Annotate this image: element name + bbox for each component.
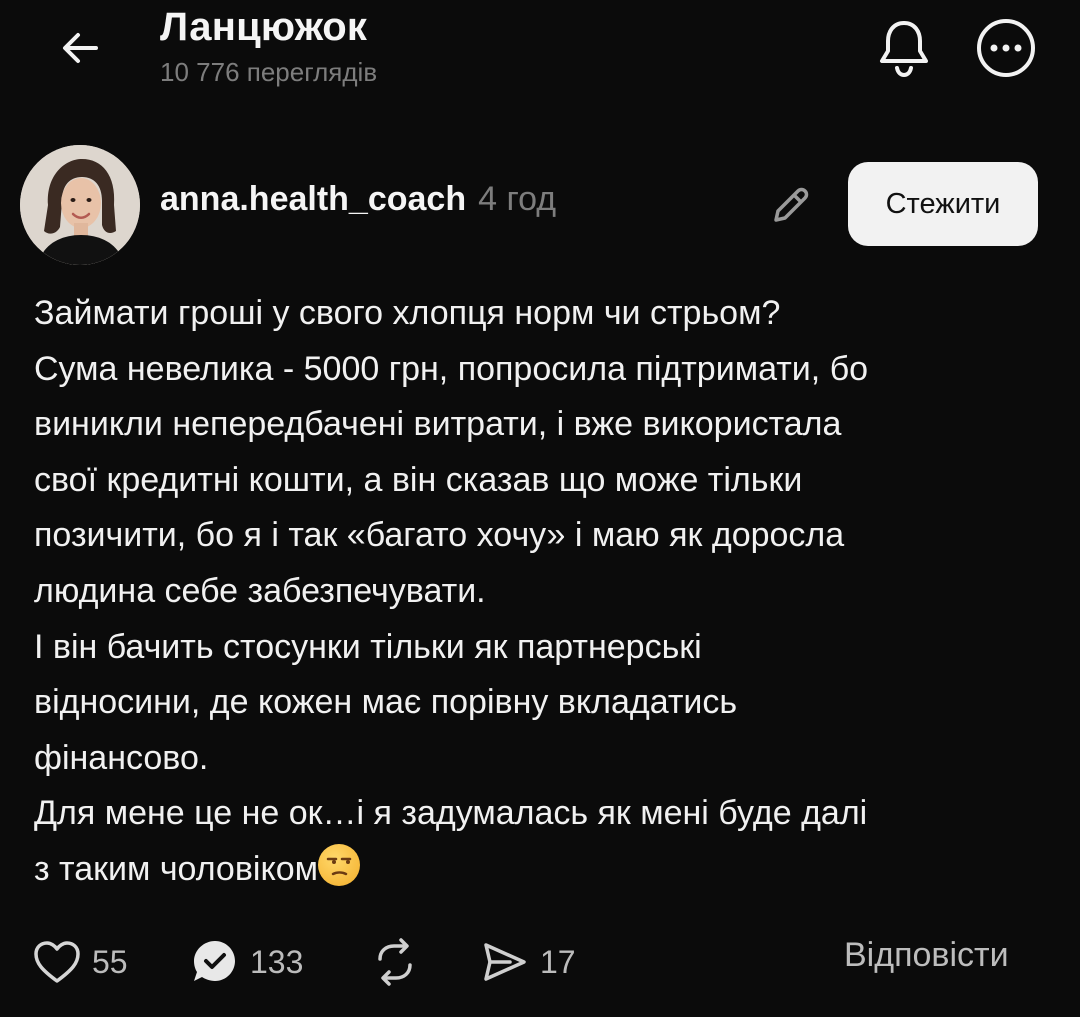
- author-row: anna.health_coach 4 год: [160, 180, 556, 219]
- notifications-button[interactable]: [868, 12, 940, 84]
- heart-icon: [34, 941, 80, 983]
- bell-icon: [880, 21, 928, 78]
- post-line: людина себе забезпечувати.: [34, 571, 486, 610]
- post-text: Займати гроші у свого хлопця норм чи стр…: [34, 286, 1044, 898]
- thread-screen: Ланцюжок 10 776 переглядів anna.health_c…: [0, 0, 1080, 1017]
- follow-button[interactable]: Стежити: [848, 162, 1038, 246]
- post-line: Сума невелика - 5000 грн, попросила підт…: [34, 349, 869, 388]
- post-line: позичити, бо я і так «багато хочу» і маю…: [34, 516, 845, 555]
- comment-check-icon: [194, 941, 235, 981]
- send-icon: [484, 943, 526, 981]
- profile-photo: [20, 145, 140, 265]
- repost-icon: [378, 938, 412, 986]
- author-username[interactable]: anna.health_coach: [160, 180, 466, 219]
- post-timestamp: 4 год: [478, 180, 557, 218]
- arrow-left-icon: [63, 33, 98, 63]
- views-count: 10 776 переглядів: [160, 57, 378, 87]
- post-line-last: з таким чоловіком: [34, 842, 1044, 898]
- share-count: 17: [540, 943, 576, 980]
- repost-button[interactable]: [370, 930, 420, 994]
- like-count: 55: [92, 943, 128, 980]
- more-options-button[interactable]: [970, 12, 1042, 84]
- pencil-icon: [774, 187, 809, 222]
- edit-button[interactable]: [760, 178, 820, 234]
- avatar[interactable]: [20, 145, 140, 265]
- comment-button[interactable]: 133: [190, 930, 303, 994]
- back-button[interactable]: [52, 20, 108, 76]
- unamused-face-emoji: [318, 843, 360, 886]
- reply-count: 133: [250, 943, 304, 980]
- post-line: Для мене це не ок…і я задумалась як мені…: [34, 794, 868, 833]
- post-line: з таким чоловіком: [34, 849, 318, 888]
- post-line: відносини, де кожен має порівну вкладати…: [34, 683, 738, 722]
- share-button[interactable]: 17: [480, 930, 576, 994]
- like-button[interactable]: 55: [32, 930, 128, 994]
- post-line: Займати гроші у свого хлопця норм чи стр…: [34, 294, 781, 332]
- post-line: виникли непередбачені витрати, і вже вик…: [34, 405, 842, 444]
- reply-button[interactable]: Відповісти: [844, 936, 1009, 975]
- post-line: І він бачить стосунки тільки як партнерс…: [34, 627, 702, 666]
- post-line: фінансово.: [34, 738, 209, 777]
- post-line: свої кредитні кошти, а він сказав що мож…: [34, 460, 803, 499]
- more-horizontal-icon: [977, 19, 1035, 77]
- page-title: Ланцюжок: [160, 5, 368, 49]
- header-title-block: Ланцюжок 10 776 переглядів: [160, 4, 377, 88]
